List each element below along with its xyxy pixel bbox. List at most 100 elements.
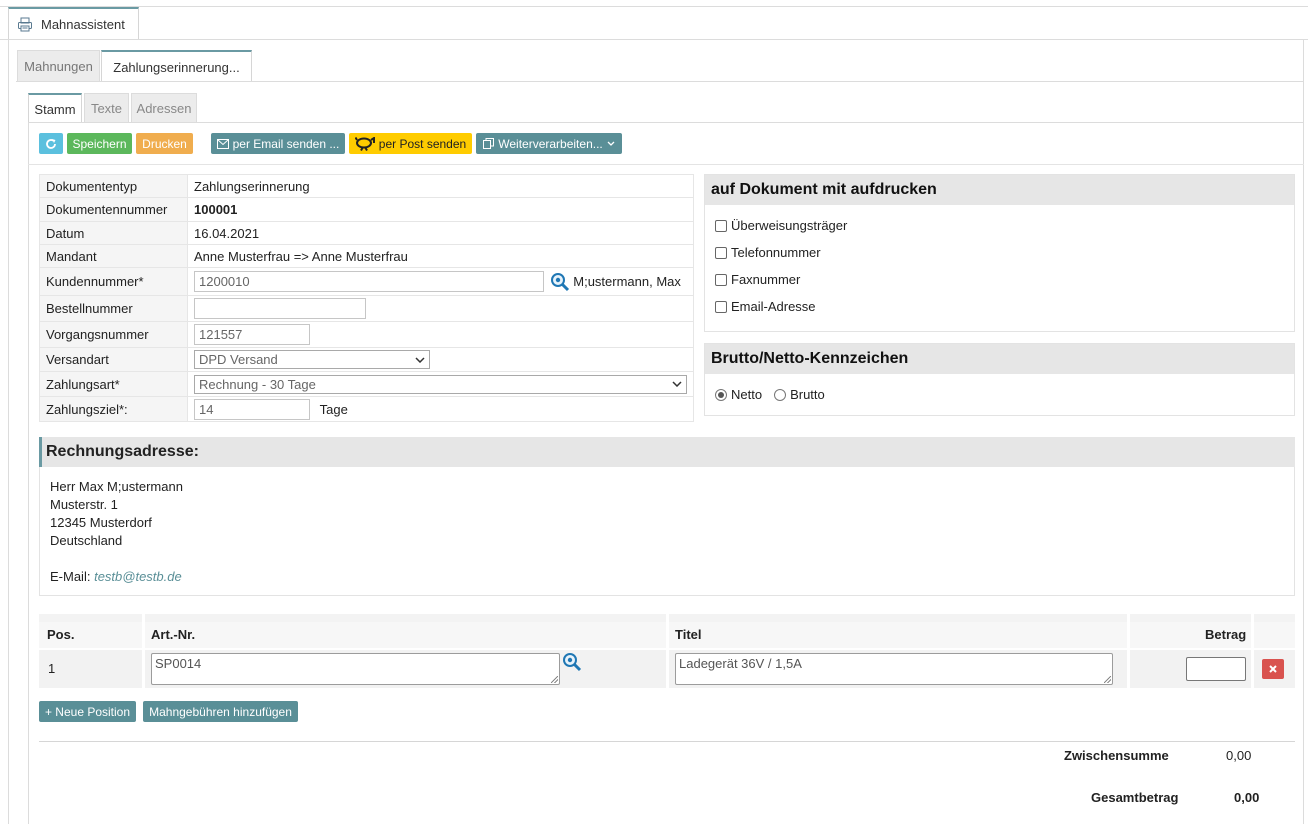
email-link[interactable]: testb@testb.de	[94, 569, 182, 584]
tab-zahlungserinnerung[interactable]: Zahlungserinnerung...	[101, 50, 252, 82]
print-option-faxnummer[interactable]: Faxnummer	[715, 272, 800, 287]
art-nr-value: SP0014	[155, 656, 202, 671]
dokumentennummer-label: Dokumentennummer	[39, 197, 188, 222]
refresh-button[interactable]	[39, 133, 63, 154]
tab-mahnungen-label: Mahnungen	[24, 59, 93, 74]
faxnummer-label: Faxnummer	[731, 272, 801, 287]
mandant-value: Anne Musterfrau => Anne Musterfrau	[187, 244, 694, 268]
customer-search-icon[interactable]	[550, 272, 570, 292]
send-email-button[interactable]: per Email senden ...	[211, 133, 345, 154]
netto-label: Netto	[731, 387, 763, 402]
address-line: 12345 Musterdorf	[50, 515, 152, 530]
send-email-label: per Email senden ...	[232, 136, 340, 151]
mandant-label: Mandant	[39, 244, 188, 268]
titel-value: Ladegerät 36V / 1,5A	[679, 656, 802, 671]
brutto-netto-title: Brutto/Netto-Kennzeichen	[705, 344, 1294, 374]
add-fees-label: Mahngebühren hinzufügen	[149, 704, 292, 719]
header-pos: Pos.	[47, 627, 75, 642]
print-option-email-adresse[interactable]: Email-Adresse	[715, 299, 816, 314]
tab-texte-label: Texte	[90, 101, 123, 116]
zahlungsziel-label: Zahlungsziel*:	[39, 396, 188, 422]
dokumententyp-value: Zahlungserinnerung	[187, 174, 694, 198]
titel-input[interactable]: Ladegerät 36V / 1,5A	[675, 653, 1113, 685]
chevron-down-icon	[607, 141, 615, 147]
email-adresse-label: Email-Adresse	[731, 299, 816, 314]
datum-label: Datum	[39, 221, 188, 245]
tab-mahnassistent-label: Mahnassistent	[41, 17, 125, 32]
address-line: Musterstr. 1	[50, 497, 118, 512]
add-fees-button[interactable]: Mahngebühren hinzufügen	[143, 701, 298, 722]
faxnummer-checkbox[interactable]	[715, 273, 727, 286]
telefonnummer-checkbox[interactable]	[715, 246, 727, 259]
process-dropdown-button[interactable]: Weiterverarbeiten...	[476, 133, 622, 154]
brutto-netto-panel: Brutto/Netto-Kennzeichen Netto Brutto	[704, 343, 1295, 416]
tab-mahnungen[interactable]: Mahnungen	[17, 50, 100, 82]
print-options-title: auf Dokument mit aufdrucken	[705, 175, 1294, 205]
add-position-button[interactable]: + Neue Position	[39, 701, 136, 722]
total-value: 0,00	[1234, 790, 1260, 805]
process-dropdown-label: Weiterverarbeiten...	[498, 136, 603, 151]
vorgangsnummer-label: Vorgangsnummer	[39, 321, 188, 348]
header-titel: Titel	[675, 627, 702, 642]
versandart-selected: DPD Versand	[199, 352, 278, 367]
subtotal-label: Zwischensumme	[1064, 748, 1169, 763]
customer-name: M;ustermann, Max	[573, 274, 681, 289]
address-line: Deutschland	[50, 533, 123, 548]
zahlungsart-selected: Rechnung - 30 Tage	[199, 376, 316, 392]
document-form: Dokumententyp Zahlungserinnerung Dokumen…	[39, 174, 694, 422]
billing-address-panel: Herr Max M;ustermann Musterstr. 1 12345 …	[39, 467, 1295, 596]
versandart-select[interactable]: DPD Versand	[194, 350, 430, 369]
kundennummer-label: Kundennummer*	[39, 267, 188, 296]
zahlungsart-select[interactable]: Rechnung - 30 Tage	[194, 374, 687, 394]
delete-row-button[interactable]	[1262, 659, 1284, 679]
address-line: Herr Max M;ustermann	[50, 479, 183, 494]
print-button-label: Drucken	[142, 136, 187, 151]
tab-adressen[interactable]: Adressen	[131, 93, 197, 123]
bestellnummer-label: Bestellnummer	[39, 295, 188, 322]
betrag-input[interactable]	[1186, 657, 1246, 681]
row-pos: 1	[48, 661, 56, 676]
zahlungsziel-input[interactable]: 14	[194, 398, 310, 420]
post-horn-icon	[354, 136, 375, 151]
header-betrag: Betrag	[1205, 627, 1247, 642]
article-search-icon[interactable]	[562, 652, 582, 675]
tab-texte[interactable]: Texte	[84, 93, 129, 123]
total-label: Gesamtbetrag	[1091, 790, 1179, 805]
bestellnummer-input[interactable]	[194, 298, 366, 319]
ueberweisungstraeger-checkbox[interactable]	[715, 219, 727, 232]
chevron-down-icon	[415, 356, 425, 363]
header-art-nr: Art.-Nr.	[151, 627, 196, 642]
send-post-button[interactable]: per Post senden	[349, 133, 472, 154]
save-button[interactable]: Speichern	[67, 133, 132, 154]
email-label: E-Mail:	[50, 569, 91, 584]
tab-adressen-label: Adressen	[136, 101, 192, 116]
close-icon	[1269, 665, 1277, 673]
art-nr-input[interactable]: SP0014	[151, 653, 560, 685]
kundennummer-input[interactable]: 1200010	[194, 271, 544, 292]
refresh-icon	[45, 138, 57, 150]
brutto-radio[interactable]	[774, 388, 787, 401]
dokumententyp-label: Dokumententyp	[39, 174, 188, 198]
envelope-icon	[216, 138, 229, 149]
netto-radio[interactable]	[715, 388, 727, 401]
zahlungsart-label: Zahlungsart*	[39, 371, 188, 397]
tab-stamm-label: Stamm	[34, 101, 76, 117]
add-position-label: + Neue Position	[44, 704, 131, 719]
print-option-ueberweisungstraeger[interactable]: Überweisungsträger	[715, 218, 847, 233]
telefonnummer-label: Telefonnummer	[731, 245, 821, 260]
dokumentennummer-value: 100001	[187, 197, 694, 222]
email-adresse-checkbox[interactable]	[715, 300, 727, 313]
print-options-panel: auf Dokument mit aufdrucken Überweisungs…	[704, 174, 1295, 332]
tab-stamm[interactable]: Stamm	[28, 93, 82, 123]
vorgangsnummer-input[interactable]: 121557	[194, 324, 310, 345]
tab-zahlungserinnerung-label: Zahlungserinnerung...	[113, 59, 240, 75]
print-option-telefonnummer[interactable]: Telefonnummer	[715, 245, 821, 260]
brutto-label: Brutto	[790, 387, 825, 402]
print-button[interactable]: Drucken	[136, 133, 193, 154]
tab-mahnassistent[interactable]: Mahnassistent	[8, 7, 139, 40]
save-button-label: Speichern	[72, 136, 127, 151]
ueberweisungstraeger-label: Überweisungsträger	[731, 218, 848, 233]
send-post-label: per Post senden	[378, 136, 467, 151]
copy-icon	[483, 138, 495, 149]
zahlungsziel-unit: Tage	[319, 401, 348, 417]
